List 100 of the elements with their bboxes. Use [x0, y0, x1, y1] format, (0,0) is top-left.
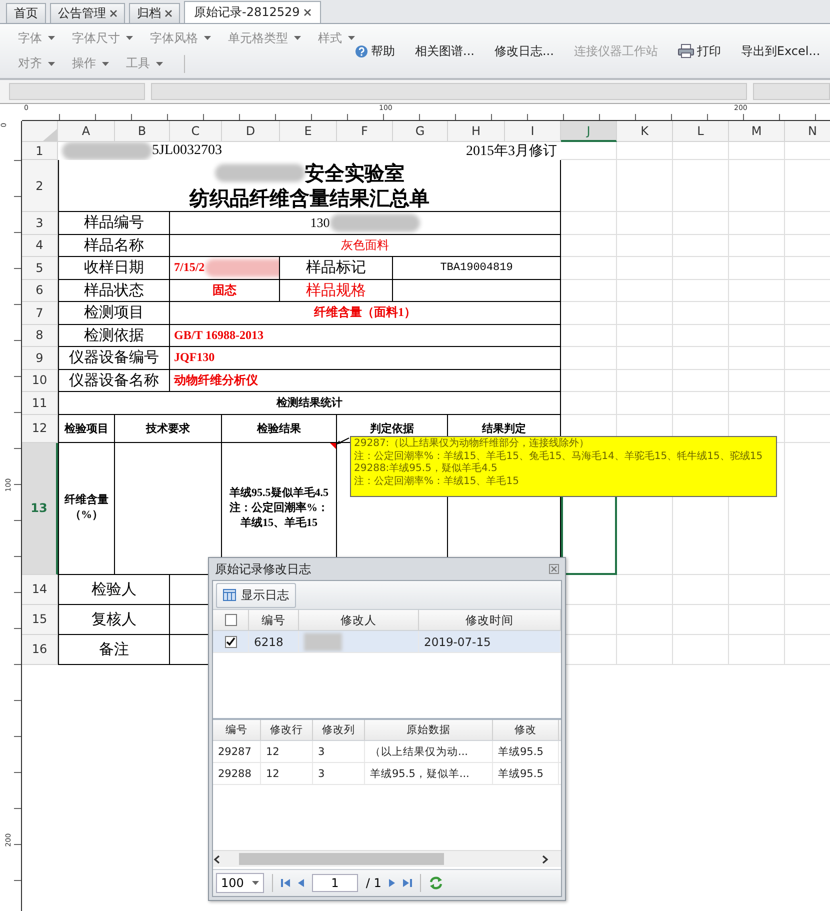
column-header[interactable]: I [505, 121, 561, 142]
column-header[interactable]: 修改时间 [419, 610, 561, 630]
formula-field[interactable] [151, 83, 747, 100]
show-log-button[interactable]: 显示日志 [216, 582, 296, 608]
row-header[interactable]: 9 [22, 347, 58, 370]
caret-icon [48, 36, 55, 40]
close-icon[interactable] [110, 10, 117, 17]
column-header[interactable]: 修改 [493, 720, 559, 740]
row-header[interactable]: 1 [22, 142, 58, 160]
cell-text: 检验项目 [64, 420, 108, 436]
cell-text: 固态 [212, 282, 236, 299]
first-page-icon[interactable] [280, 878, 290, 888]
row-header[interactable]: 16 [22, 634, 58, 664]
scroll-right-icon[interactable] [541, 854, 549, 864]
previous-page-icon[interactable] [298, 878, 304, 888]
table-row[interactable]: 6218 2019-07-15 [213, 631, 561, 653]
column-header[interactable]: D [222, 121, 280, 142]
checkbox[interactable] [224, 614, 236, 626]
page-input[interactable]: 1 [312, 874, 358, 892]
cell-text: 备注 [99, 640, 129, 658]
column-header[interactable]: 修改行 [261, 720, 313, 740]
last-page-icon[interactable] [403, 878, 412, 888]
row-header[interactable]: 7 [22, 302, 58, 324]
row-header[interactable]: 11 [22, 392, 58, 414]
cell-text: 注：公定回潮率%：羊绒15、羊毛15 [228, 500, 330, 530]
row-header[interactable]: 8 [22, 324, 58, 347]
column-header[interactable]: G [393, 121, 448, 142]
cell-text: 技术要求 [146, 420, 190, 436]
refresh-icon[interactable] [429, 876, 444, 890]
column-header[interactable]: J [561, 121, 617, 142]
scrollbar-thumb[interactable] [239, 853, 444, 865]
cell-text: 仪器设备编号 [69, 348, 159, 368]
next-page-icon[interactable] [389, 878, 396, 888]
column-header[interactable]: C [170, 121, 222, 142]
table-cell: 羊绒95.5，疑似羊... [365, 763, 493, 784]
cell-text: 130 [310, 214, 330, 231]
cell-text: 羊绒95.5疑似羊毛4.5 [230, 486, 328, 500]
column-header[interactable]: A [58, 121, 115, 142]
row-header[interactable]: 4 [22, 234, 58, 257]
cell-text: 样品名称 [84, 236, 144, 255]
close-icon[interactable] [165, 10, 172, 17]
caret-icon [348, 36, 355, 40]
column-header[interactable]: F [337, 121, 393, 142]
row-header[interactable]: 3 [22, 212, 58, 234]
column-header[interactable]: H [448, 121, 505, 142]
cell-text: TBA19004819 [440, 262, 513, 274]
checkbox[interactable] [224, 636, 236, 648]
tab[interactable]: 原始记录-2812529 [184, 1, 321, 23]
column-header[interactable]: B [115, 121, 170, 142]
table-cell: 羊绒95.5 [493, 763, 559, 784]
row-header[interactable]: 15 [22, 604, 58, 634]
column-header[interactable]: M [729, 121, 785, 142]
column-header[interactable]: 原始数据 [365, 720, 493, 740]
toolbar-button[interactable]: 导出到Excel... [740, 42, 820, 60]
cell-text: 灰色面料 [341, 236, 389, 254]
row-header[interactable]: 12 [22, 414, 58, 442]
column-header[interactable]: L [673, 121, 729, 142]
row-header[interactable]: 5 [22, 257, 58, 280]
caret-icon [126, 36, 133, 40]
column-header[interactable]: 编号 [249, 610, 299, 630]
toolbar-button[interactable]: 相关图谱... [415, 42, 474, 60]
row-header[interactable]: 6 [22, 280, 58, 302]
table-cell: 12 [261, 741, 313, 762]
close-icon[interactable] [304, 9, 311, 16]
tab[interactable]: 首页 [6, 3, 46, 23]
printer-icon [678, 44, 694, 58]
cell-text: JQF130 [174, 350, 215, 366]
cell-text: 样品标记 [306, 258, 366, 278]
input-field[interactable] [753, 83, 830, 100]
table-cell: 29287 [213, 741, 261, 762]
cell-text: 7/15/2 [174, 260, 205, 276]
row-header[interactable]: 2 [22, 160, 58, 212]
column-header[interactable]: N [785, 121, 830, 142]
cell-text: 纤维含量 [64, 493, 108, 508]
sheet-cell[interactable] [393, 280, 561, 302]
scroll-left-icon[interactable] [213, 854, 221, 864]
cell-text: 5JL0032703 [152, 143, 222, 159]
column-header[interactable]: E [280, 121, 337, 142]
close-icon[interactable] [549, 564, 559, 574]
caret-icon [204, 36, 211, 40]
form-title: 安全实验室 [304, 160, 404, 186]
tab[interactable]: 归档 [129, 3, 180, 23]
row-header[interactable]: 10 [22, 370, 58, 392]
row-header[interactable]: 13 [22, 442, 58, 574]
table-cell: 3 [313, 741, 365, 762]
column-header[interactable]: 修改人 [299, 610, 419, 630]
horizontal-scrollbar[interactable] [213, 850, 561, 867]
cell-name-field[interactable] [9, 83, 145, 100]
toolbar-button[interactable]: 打印 [678, 42, 721, 60]
toolbar-button[interactable]: 修改日志... [494, 42, 554, 60]
page-total: / 1 [366, 876, 382, 890]
column-header[interactable]: 编号 [213, 720, 261, 740]
page-size-select[interactable]: 100 [216, 873, 264, 893]
column-header[interactable]: K [617, 121, 673, 142]
column-header[interactable]: 修改列 [313, 720, 365, 740]
help-icon [355, 44, 368, 58]
row-header[interactable]: 14 [22, 574, 58, 604]
table-cell: 12 [261, 763, 313, 784]
tab[interactable]: 公告管理 [50, 3, 125, 23]
toolbar-button[interactable]: 帮助 [355, 42, 395, 60]
